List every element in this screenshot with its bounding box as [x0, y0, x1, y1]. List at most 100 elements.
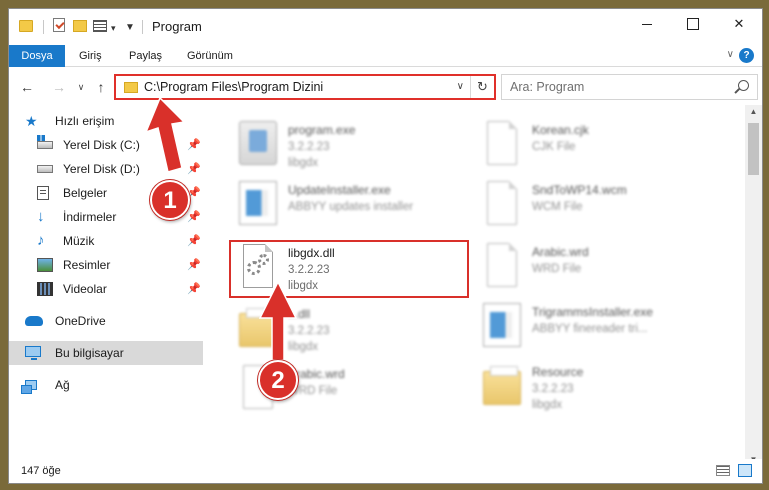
close-button[interactable] [716, 9, 762, 39]
new-folder-icon[interactable] [73, 20, 87, 32]
onedrive-icon [25, 316, 43, 326]
chevron-down-icon[interactable]: ▾ [111, 23, 116, 34]
separator [142, 20, 143, 34]
tab-file[interactable]: Dosya [9, 45, 65, 67]
file-name: Resource [532, 365, 584, 379]
folder-icon [239, 308, 277, 347]
properties-icon[interactable] [53, 18, 65, 32]
file-item[interactable]: TrigrammsInstaller.exe ABBYY finereader … [475, 299, 705, 357]
recent-locations-icon[interactable]: ∨ [71, 77, 91, 97]
file-item[interactable]: ...dll 3.2.2.23 libgdx [231, 301, 461, 359]
pin-icon[interactable]: 📌 [187, 234, 201, 247]
separator [43, 20, 44, 34]
pin-icon[interactable]: 📌 [187, 282, 201, 295]
file-detail: ABBYY updates installer [288, 201, 414, 213]
file-name: TrigrammsInstaller.exe [532, 305, 653, 319]
details-view-icon[interactable] [716, 465, 730, 476]
sidebar-item-label: Hızlı erişim [55, 114, 115, 128]
file-detail: 3.2.2.23 [288, 325, 330, 337]
exe-icon [239, 121, 277, 165]
scroll-thumb[interactable] [748, 123, 759, 175]
pictures-icon [37, 258, 53, 272]
sidebar-item-label: Resimler [63, 258, 111, 272]
sidebar-item-label: Videolar [63, 282, 107, 296]
sidebar-item-videos[interactable]: Videolar 📌 [9, 277, 203, 301]
title-bar: ▾ ▼ Program [9, 9, 762, 43]
sidebar-item-label: Ağ [55, 378, 70, 392]
music-icon: ♪ [37, 232, 45, 249]
chevron-down-icon[interactable]: ∨ [457, 81, 464, 92]
navigation-bar: ← → ∨ ↑ C:\Program Files\Program Dizini … [9, 71, 762, 103]
help-icon[interactable]: ? [739, 48, 754, 63]
tab-share[interactable]: Paylaş [121, 45, 170, 67]
file-item[interactable]: Korean.cjk CJK File [475, 117, 705, 175]
file-list: program.exe 3.2.2.23 libgdx UpdateInstal… [209, 105, 744, 457]
folder-icon [19, 20, 33, 32]
explorer-window: ▾ ▼ Program Dosya Giriş Paylaş Görünüm ∨… [8, 8, 763, 484]
item-count: 147 öğe [21, 465, 61, 477]
tab-home[interactable]: Giriş [71, 45, 110, 67]
file-detail: CJK File [532, 141, 576, 153]
navigation-pane: ★ Hızlı erişim Yerel Disk (C:) 📌 Yerel D… [9, 105, 203, 455]
search-placeholder: Ara: Program [510, 80, 585, 94]
search-input[interactable]: Ara: Program [501, 74, 758, 100]
pin-icon[interactable]: 📌 [187, 210, 201, 223]
sidebar-item-quick-access[interactable]: ★ Hızlı erişim [9, 109, 203, 133]
file-item[interactable]: UpdateInstaller.exe ABBYY updates instal… [231, 177, 461, 235]
forward-arrow-icon[interactable]: → [49, 77, 69, 97]
tab-view[interactable]: Görünüm [179, 45, 241, 67]
file-name: UpdateInstaller.exe [288, 183, 391, 197]
installer-icon [239, 181, 277, 225]
customize-toolbar-icon[interactable]: ▼ [125, 22, 135, 33]
step-badge-2: 2 [258, 360, 298, 400]
file-item[interactable]: SndToWP14.wcm WCM File [475, 177, 705, 235]
ribbon-tabs: Dosya Giriş Paylaş Görünüm ∨ ? [9, 45, 762, 67]
installer-icon [483, 303, 521, 347]
sidebar-item-label: Yerel Disk (C:) [63, 138, 140, 152]
sidebar-item-pictures[interactable]: Resimler 📌 [9, 253, 203, 277]
sidebar-item-onedrive[interactable]: OneDrive [9, 309, 203, 333]
pin-icon[interactable]: 📌 [187, 258, 201, 271]
window-title: Program [152, 19, 202, 34]
file-name: Korean.cjk [532, 123, 589, 137]
minimize-button[interactable] [624, 9, 670, 39]
scroll-up-icon[interactable]: ▲ [745, 105, 762, 119]
up-arrow-icon[interactable]: ↑ [91, 77, 111, 97]
back-arrow-icon[interactable]: ← [17, 77, 37, 97]
highlight-box [229, 240, 469, 298]
sidebar-item-music[interactable]: ♪ Müzik 📌 [9, 229, 203, 253]
file-name: Arabic.wrd [532, 245, 589, 259]
folder-icon [483, 366, 521, 405]
sidebar-item-label: Bu bilgisayar [55, 346, 124, 360]
file-item[interactable]: Arabic.wrd WRD File [475, 239, 705, 297]
file-name: ...dll [288, 307, 311, 321]
sidebar-item-disk-c[interactable]: Yerel Disk (C:) 📌 [9, 133, 203, 157]
maximize-button[interactable] [670, 9, 716, 39]
vertical-scrollbar[interactable]: ▲ ▼ [745, 105, 762, 467]
file-icon [487, 243, 517, 287]
file-item[interactable]: Resource 3.2.2.23 libgdx [475, 359, 705, 417]
file-detail: libgdx [532, 399, 563, 411]
file-item[interactable]: program.exe 3.2.2.23 libgdx [231, 117, 461, 175]
pin-icon[interactable]: 📌 [187, 138, 201, 151]
address-path[interactable]: C:\Program Files\Program Dizini [144, 80, 323, 94]
refresh-icon[interactable]: ↻ [470, 76, 494, 98]
star-icon: ★ [25, 113, 38, 129]
sidebar-item-label: Belgeler [63, 186, 108, 200]
sidebar-item-label: Müzik [63, 234, 95, 248]
large-icons-view-icon[interactable] [738, 464, 752, 477]
chevron-down-icon[interactable]: ∨ [727, 49, 734, 60]
search-icon[interactable] [738, 80, 749, 91]
status-bar: 147 öğe [9, 459, 762, 483]
this-pc-icon [25, 346, 41, 360]
pin-icon[interactable]: 📌 [187, 162, 201, 175]
address-bar[interactable]: C:\Program Files\Program Dizini ∨ ↻ [114, 74, 496, 100]
drive-icon [37, 135, 53, 149]
file-detail: WRD File [532, 263, 582, 275]
view-menu-icon[interactable] [93, 20, 107, 32]
sidebar-item-network[interactable]: Ağ [9, 373, 203, 397]
file-detail: 3.2.2.23 [288, 141, 330, 153]
file-detail: libgdx [288, 157, 319, 169]
sidebar-item-this-pc[interactable]: Bu bilgisayar [9, 341, 203, 365]
sidebar-item-disk-d[interactable]: Yerel Disk (D:) 📌 [9, 157, 203, 181]
